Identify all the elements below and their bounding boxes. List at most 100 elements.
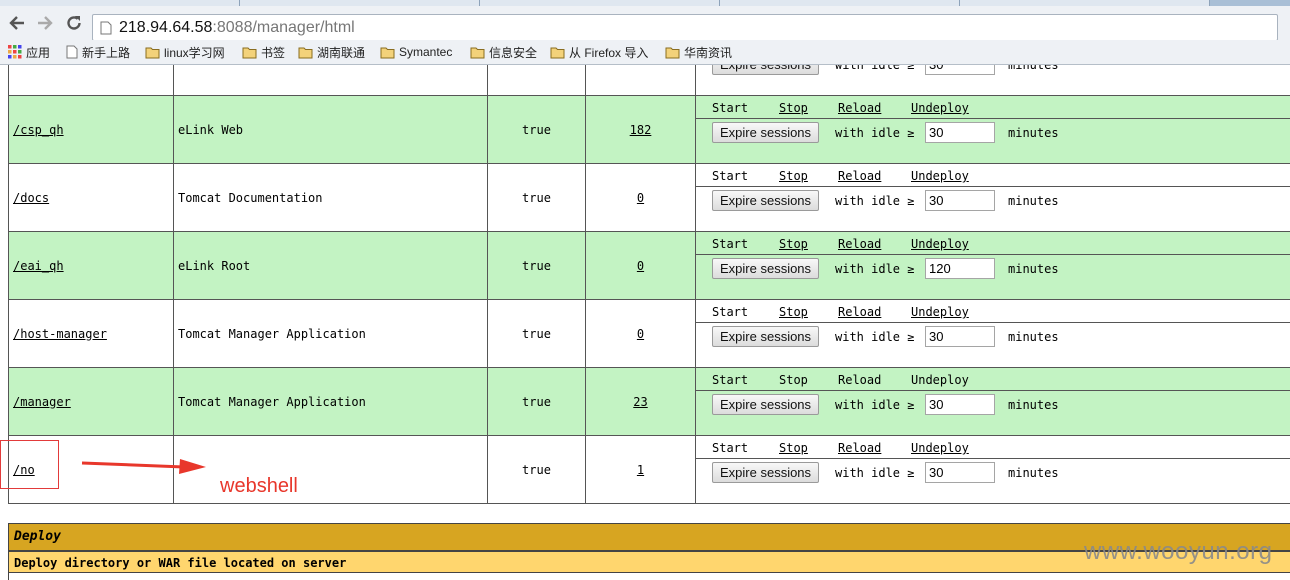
sessions-link[interactable]: 0 xyxy=(637,259,644,273)
table-row: StartStopReloadUndeployExpire sessionswi… xyxy=(8,65,1290,96)
expire-sessions-button[interactable]: Expire sessions xyxy=(712,462,820,483)
expire-sessions-form: Expire sessions with idle ≥ minutes xyxy=(696,391,1290,435)
watermark: www.wooyun.org xyxy=(1084,538,1273,565)
minutes-label: minutes xyxy=(1008,262,1059,276)
reload-link[interactable]: Reload xyxy=(838,169,881,183)
sessions-link[interactable]: 23 xyxy=(633,395,647,409)
stop-link[interactable]: Stop xyxy=(779,305,808,319)
undeploy-link[interactable]: Undeploy xyxy=(911,441,969,455)
stop-link[interactable]: Stop xyxy=(779,101,808,115)
bookmark-item[interactable]: 书签 xyxy=(242,43,285,61)
back-button[interactable] xyxy=(6,12,28,34)
expire-sessions-button[interactable]: Expire sessions xyxy=(712,258,820,279)
bookmark-label: 信息安全 xyxy=(489,45,538,60)
undeploy-link[interactable]: Undeploy xyxy=(911,101,969,115)
table-row: /docs Tomcat Documentation true 0 Start Stop R… xyxy=(8,163,1290,232)
sessions-link[interactable]: 182 xyxy=(630,123,652,137)
address-bar[interactable]: 218.94.64.58:8088/manager/html xyxy=(92,14,1278,41)
app-display-name: Tomcat Documentation xyxy=(173,163,488,232)
idle-minutes-input[interactable] xyxy=(925,394,995,415)
undeploy-link[interactable]: Undeploy xyxy=(911,169,969,183)
app-display-name: Tomcat Manager Application xyxy=(173,367,488,436)
start-text: Start xyxy=(712,441,749,455)
with-idle-label: with idle ≥ xyxy=(835,126,915,140)
app-path-cell: /docs xyxy=(8,163,174,232)
annotation-label: webshell xyxy=(220,475,298,497)
app-running: true xyxy=(487,163,586,232)
minutes-label: minutes xyxy=(1008,466,1059,480)
reload-link[interactable]: Reload xyxy=(838,101,881,115)
minutes-label: minutes xyxy=(1008,65,1059,72)
minutes-label: minutes xyxy=(1008,330,1059,344)
reload-link[interactable]: Reload xyxy=(838,237,881,251)
app-path-cell xyxy=(8,65,174,96)
app-path-link[interactable]: /docs xyxy=(13,191,49,205)
reload-link[interactable]: Reload xyxy=(838,305,881,319)
expire-sessions-button[interactable]: Expire sessions xyxy=(712,394,820,415)
app-path-link[interactable]: /manager xyxy=(13,395,71,409)
deploy-subtitle: Deploy directory or WAR file located on … xyxy=(14,556,347,570)
page-icon xyxy=(66,45,78,59)
app-running: true xyxy=(487,435,586,504)
folder-icon xyxy=(550,47,565,58)
app-commands: Start Stop Reload Undeploy Expire sessions wi… xyxy=(695,299,1290,368)
app-commands: Start Stop Reload Undeploy Expire sessions wi… xyxy=(695,231,1290,300)
undeploy-link[interactable]: Undeploy xyxy=(911,237,969,251)
bookmark-label: 湖南联通 xyxy=(317,45,366,60)
annotation-highlight-box xyxy=(0,440,59,489)
table-row: /manager Tomcat Manager Application true 23… xyxy=(8,367,1290,436)
idle-minutes-input[interactable] xyxy=(925,258,995,279)
bookmark-item[interactable]: linux学习网 xyxy=(145,43,225,61)
bookmark-item[interactable]: 信息安全 xyxy=(470,43,537,61)
bookmark-label: 应用 xyxy=(26,45,51,60)
bookmark-item[interactable]: Symantec xyxy=(380,43,452,61)
command-links: Start Stop Reload Undeploy xyxy=(696,96,1290,119)
app-path-link[interactable]: /csp_qh xyxy=(13,123,64,137)
bookmark-item[interactable]: 新手上路 xyxy=(66,43,130,61)
bookmark-item[interactable]: 华南资讯 xyxy=(665,43,732,61)
sessions-link[interactable]: 0 xyxy=(637,327,644,341)
minutes-label: minutes xyxy=(1008,398,1059,412)
expire-sessions-button[interactable]: Expire sessions xyxy=(712,65,820,75)
idle-minutes-input[interactable] xyxy=(925,122,995,143)
stop-link[interactable]: Stop xyxy=(779,441,808,455)
sessions-link[interactable]: 0 xyxy=(637,191,644,205)
app-path-cell: /host-manager xyxy=(8,299,174,368)
app-sessions-cell: 23 xyxy=(585,367,696,436)
expire-sessions-form: Expire sessions with idle ≥ minutes xyxy=(696,119,1290,163)
app-path-cell: /csp_qh xyxy=(8,95,174,164)
bookmark-label: 从 Firefox 导入 xyxy=(569,45,649,60)
app-commands: Start Stop Reload Undeploy Expire sessions wi… xyxy=(695,367,1290,436)
bookmark-item[interactable]: 应用 xyxy=(8,43,50,61)
bookmark-item[interactable]: 从 Firefox 导入 xyxy=(550,43,648,61)
stop-link[interactable]: Stop xyxy=(779,237,808,251)
forward-button[interactable] xyxy=(34,12,56,34)
app-path-link[interactable]: /eai_qh xyxy=(13,259,64,273)
expire-sessions-button[interactable]: Expire sessions xyxy=(712,326,820,347)
idle-minutes-input[interactable] xyxy=(925,326,995,347)
minutes-label: minutes xyxy=(1008,194,1059,208)
reload-link[interactable]: Reload xyxy=(838,441,881,455)
expire-sessions-button[interactable]: Expire sessions xyxy=(712,190,820,211)
app-display-name: eLink Web xyxy=(173,95,488,164)
stop-link[interactable]: Stop xyxy=(779,169,808,183)
expire-sessions-form: Expire sessions with idle ≥ minutes xyxy=(696,323,1290,367)
idle-minutes-input[interactable] xyxy=(925,190,995,211)
sessions-link[interactable]: 1 xyxy=(637,463,644,477)
annotation-arrow-icon xyxy=(81,459,206,474)
app-path-link[interactable]: /host-manager xyxy=(13,327,107,341)
app-running: true xyxy=(487,231,586,300)
idle-minutes-input[interactable] xyxy=(925,462,995,483)
bookmark-item[interactable]: 湖南联通 xyxy=(298,43,365,61)
bookmark-label: 华南资讯 xyxy=(684,45,733,60)
idle-minutes-input[interactable] xyxy=(925,65,995,75)
app-display-name: eLink Root xyxy=(173,231,488,300)
expire-sessions-button[interactable]: Expire sessions xyxy=(712,122,820,143)
folder-icon xyxy=(665,47,680,58)
app-sessions-cell: 1 xyxy=(585,435,696,504)
reload-button[interactable] xyxy=(63,12,85,34)
bookmark-label: linux学习网 xyxy=(164,45,225,60)
undeploy-link[interactable]: Undeploy xyxy=(911,305,969,319)
command-links: Start Stop Reload Undeploy xyxy=(696,300,1290,323)
page-icon xyxy=(100,21,112,35)
